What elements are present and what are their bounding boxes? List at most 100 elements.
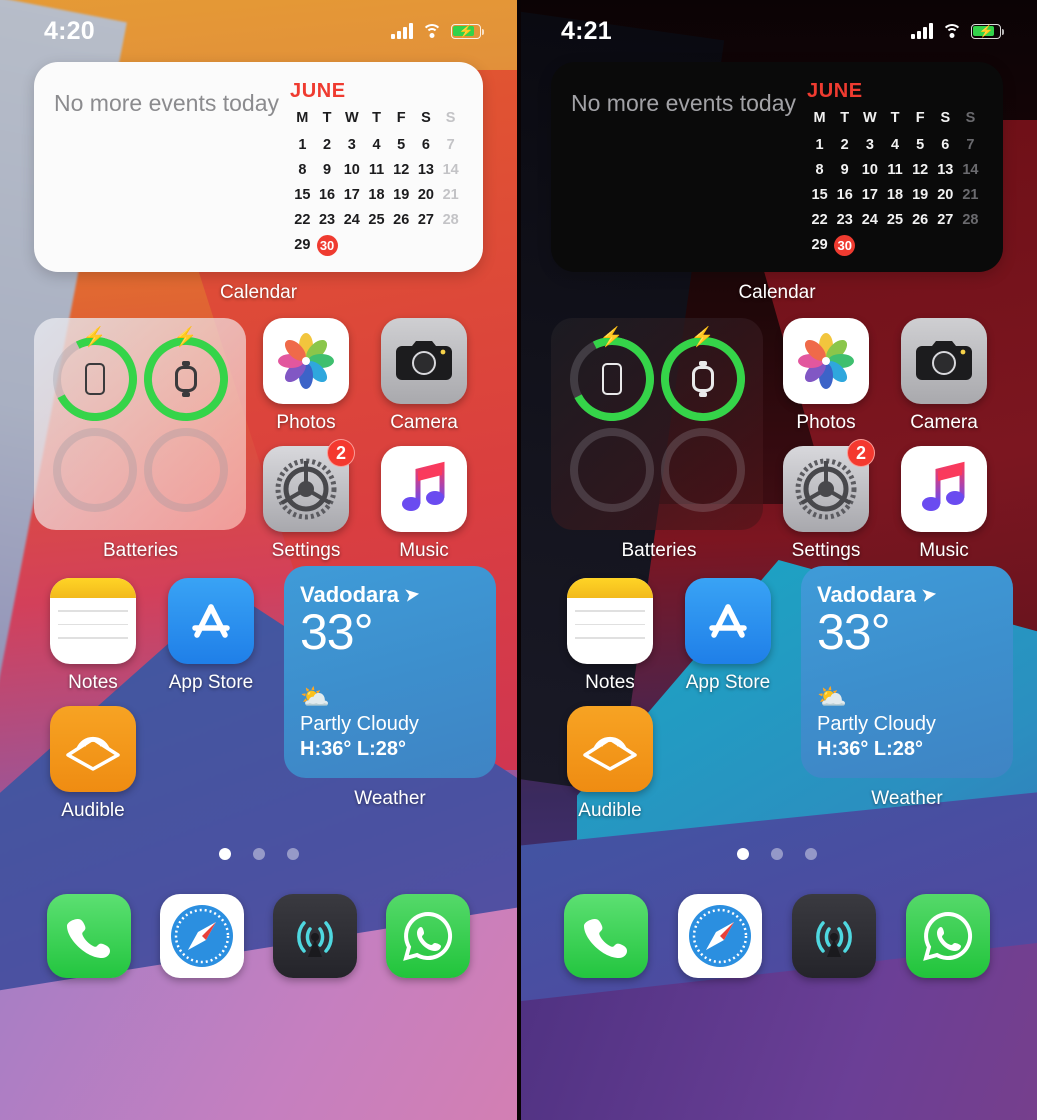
app-app-store[interactable]: App Store [152,578,270,694]
calendar-day[interactable]: 19 [389,185,414,206]
app-camera[interactable]: Camera [365,318,483,434]
calendar-day[interactable]: 20 [414,185,439,206]
calendar-day[interactable]: 23 [315,210,340,231]
calendar-day[interactable]: 17 [857,185,882,206]
page-dot-1[interactable] [218,848,231,860]
calendar-day[interactable]: 22 [807,210,832,231]
calendar-day[interactable]: 16 [832,185,857,206]
calendar-day[interactable]: 9 [315,160,340,181]
whatsapp-icon[interactable] [906,894,990,978]
app-photos[interactable]: Photos [767,318,885,434]
calendar-day[interactable]: 8 [807,160,832,181]
calendar-day[interactable]: 17 [339,185,364,206]
audible-icon[interactable] [50,706,136,792]
calendar-day[interactable]: 21 [438,185,463,206]
calendar-day[interactable]: 12 [908,160,933,181]
calendar-day[interactable]: 10 [339,160,364,181]
batteries-widget[interactable]: ⚡ ⚡ [34,318,246,530]
app-store-icon[interactable] [685,578,771,664]
calendar-day[interactable]: 26 [908,210,933,231]
photos-icon[interactable] [263,318,349,404]
page-dot-3[interactable] [805,848,817,860]
calendar-day[interactable]: 16 [315,185,340,206]
calendar-day[interactable]: 2 [832,135,857,156]
calendar-day[interactable]: 3 [857,135,882,156]
page-dot-2[interactable] [771,848,783,860]
page-dots[interactable] [34,848,483,860]
calendar-day[interactable]: 15 [290,185,315,206]
calendar-day[interactable]: 1 [290,135,315,156]
weather-widget[interactable]: Vadodara ➤ 33° ⛅ Partly Cloudy H:36° L:2… [801,566,1013,778]
calendar-day[interactable]: 27 [933,210,958,231]
calendar-day[interactable]: 11 [364,160,389,181]
calendar-day[interactable]: 18 [882,185,907,206]
radio-tower-icon[interactable] [792,894,876,978]
calendar-day[interactable]: 27 [414,210,439,231]
calendar-day[interactable]: 4 [882,135,907,156]
page-dot-3[interactable] [286,848,299,860]
app-settings[interactable]: 2 Settings [767,439,885,562]
music-icon[interactable] [901,446,987,532]
app-store-icon[interactable] [168,578,254,664]
calendar-day[interactable]: 24 [857,210,882,231]
radio-tower-icon[interactable] [273,894,358,978]
calendar-day[interactable]: 20 [933,185,958,206]
calendar-day[interactable]: 26 [389,210,414,231]
calendar-widget[interactable]: No more events today JUNE MTWTFSS1234567… [551,62,1003,272]
calendar-day[interactable]: 28 [438,210,463,231]
calendar-day[interactable]: 5 [908,135,933,156]
calendar-day[interactable]: 14 [438,160,463,181]
music-icon[interactable] [381,446,467,532]
calendar-day[interactable]: 30 [315,235,340,257]
app-app-store[interactable]: App Store [669,578,787,694]
safari-icon[interactable] [159,894,244,978]
calendar-day[interactable]: 19 [908,185,933,206]
calendar-day[interactable]: 13 [933,160,958,181]
whatsapp-icon[interactable] [386,894,471,978]
calendar-day[interactable]: 11 [882,160,907,181]
calendar-widget[interactable]: No more events today JUNE MTWTFSS1234567… [34,62,483,272]
calendar-day[interactable]: 7 [438,135,463,156]
calendar-day[interactable]: 18 [364,185,389,206]
app-notes[interactable]: Notes [551,578,669,694]
calendar-day[interactable]: 29 [807,235,832,257]
photos-icon[interactable] [783,318,869,404]
page-dot-2[interactable] [252,848,265,860]
app-music[interactable]: Music [885,446,1003,562]
calendar-day[interactable]: 5 [389,135,414,156]
calendar-day[interactable]: 6 [414,135,439,156]
page-dots[interactable] [551,848,1003,860]
notes-icon[interactable] [567,578,653,664]
calendar-day[interactable]: 12 [389,160,414,181]
calendar-day[interactable]: 29 [290,235,315,257]
calendar-day[interactable]: 4 [364,135,389,156]
notes-icon[interactable] [50,578,136,664]
app-settings[interactable]: 2 Settings [247,439,365,562]
calendar-day[interactable]: 8 [290,160,315,181]
calendar-day[interactable]: 23 [832,210,857,231]
phone-icon[interactable] [564,894,648,978]
camera-icon[interactable] [381,318,467,404]
calendar-day[interactable]: 9 [832,160,857,181]
calendar-day[interactable]: 6 [933,135,958,156]
calendar-day[interactable]: 25 [364,210,389,231]
calendar-day[interactable]: 3 [339,135,364,156]
calendar-day[interactable]: 15 [807,185,832,206]
app-photos[interactable]: Photos [247,318,365,434]
page-dot-1[interactable] [737,848,749,860]
app-audible[interactable]: Audible [551,706,669,822]
calendar-day[interactable]: 25 [882,210,907,231]
calendar-day[interactable]: 2 [315,135,340,156]
calendar-day[interactable]: 21 [958,185,983,206]
calendar-day[interactable]: 13 [414,160,439,181]
calendar-day[interactable]: 14 [958,160,983,181]
calendar-day[interactable]: 28 [958,210,983,231]
app-camera[interactable]: Camera [885,318,1003,434]
calendar-day[interactable]: 22 [290,210,315,231]
batteries-widget[interactable]: ⚡ ⚡ [551,318,763,530]
calendar-day[interactable]: 10 [857,160,882,181]
weather-widget[interactable]: Vadodara ➤ 33° ⛅ Partly Cloudy H:36° L:2… [284,566,496,778]
app-music[interactable]: Music [365,446,483,562]
calendar-day[interactable]: 30 [832,235,857,257]
camera-icon[interactable] [901,318,987,404]
